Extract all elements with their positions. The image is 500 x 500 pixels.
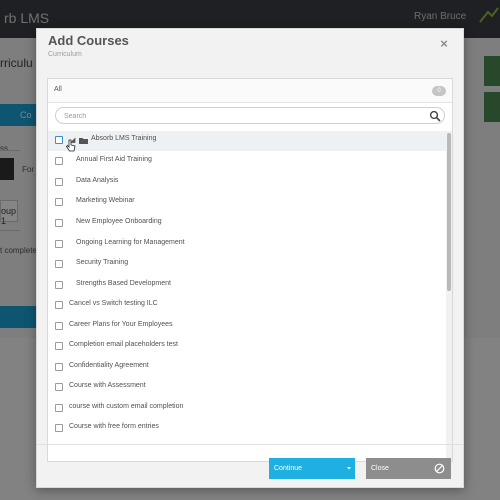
list-item[interactable]: Cancel vs Switch testing ILC: [48, 296, 446, 316]
selected-count-badge: 0: [432, 86, 446, 96]
list-item[interactable]: course with custom email completion: [48, 399, 446, 419]
checkbox[interactable]: [55, 260, 63, 268]
panel-header: All 0: [48, 79, 452, 103]
list-item-label: Cancel vs Switch testing ILC: [69, 300, 158, 307]
list-item[interactable]: Ongoing Learning for Management: [48, 235, 446, 255]
list-item[interactable]: Course with free form entries: [48, 419, 446, 439]
cursor-icon: [66, 139, 76, 152]
list-item-label: Confidentiality Agreement: [69, 362, 149, 369]
checkbox[interactable]: [55, 322, 63, 330]
close-button[interactable]: Close: [366, 458, 451, 479]
checkbox[interactable]: [55, 424, 63, 432]
checkbox[interactable]: [55, 404, 63, 412]
continue-button-label: Continue: [274, 465, 303, 472]
close-button-label: Close: [371, 465, 389, 472]
course-panel: All 0 ◢ Absorb LMS Training Annu: [47, 78, 453, 462]
list-item[interactable]: Security Training: [48, 255, 446, 275]
add-courses-modal: Add Courses Curriculum × All 0 ◢ Absorb …: [36, 28, 464, 488]
list-item[interactable]: Marketing Webinar: [48, 193, 446, 213]
modal-title: Add Courses: [48, 33, 129, 48]
list-item[interactable]: Career Plans for Your Employees: [48, 317, 446, 337]
checkbox[interactable]: [55, 301, 63, 309]
list-item-label: Marketing Webinar: [76, 197, 135, 204]
scrollbar-thumb[interactable]: [447, 133, 451, 291]
list-scrollbar[interactable]: [446, 131, 452, 461]
list-item-label: course with custom email completion: [69, 403, 184, 410]
checkbox[interactable]: [55, 136, 63, 144]
list-item[interactable]: ◢ Absorb LMS Training: [48, 131, 446, 152]
list-item-label: Annual First Aid Training: [76, 156, 152, 163]
folder-icon: [79, 138, 88, 144]
ban-icon: [434, 463, 445, 474]
list-item-label: New Employee Onboarding: [76, 218, 162, 225]
list-item-label: Data Analysis: [76, 177, 119, 184]
list-item[interactable]: Annual First Aid Training: [48, 152, 446, 172]
search-box: [55, 107, 445, 124]
checkbox[interactable]: [55, 157, 63, 165]
list-item-label: Course with free form entries: [69, 423, 159, 430]
modal-subtitle: Curriculum: [48, 51, 82, 58]
search-input[interactable]: [64, 110, 424, 122]
list-item-label: Absorb LMS Training: [91, 135, 157, 142]
checkbox[interactable]: [55, 198, 63, 206]
checkbox[interactable]: [55, 240, 63, 248]
panel-all-label: All: [54, 86, 62, 93]
checkbox[interactable]: [55, 219, 63, 227]
footer-divider: [37, 444, 463, 445]
list-item-label: Ongoing Learning for Management: [76, 239, 185, 246]
list-item[interactable]: Confidentiality Agreement: [48, 358, 446, 378]
list-item-label: Security Training: [76, 259, 129, 266]
list-item-label: Strengths Based Development: [76, 280, 171, 287]
dropdown-icon[interactable]: [347, 466, 351, 470]
course-list: ◢ Absorb LMS Training Annual First Aid T…: [48, 131, 452, 461]
list-item[interactable]: New Employee Onboarding: [48, 214, 446, 234]
continue-button[interactable]: Continue: [269, 458, 355, 479]
close-icon[interactable]: ×: [438, 37, 450, 50]
list-item-label: Course with Assessment: [69, 382, 146, 389]
checkbox[interactable]: [55, 342, 63, 350]
list-item-label: Completion email placeholders test: [69, 341, 178, 348]
search-icon[interactable]: [429, 110, 441, 122]
checkbox[interactable]: [55, 383, 63, 391]
list-item[interactable]: Strengths Based Development: [48, 276, 446, 296]
list-item-label: Career Plans for Your Employees: [69, 321, 173, 328]
checkbox[interactable]: [55, 363, 63, 371]
list-item[interactable]: Completion email placeholders test: [48, 337, 446, 357]
list-item[interactable]: Data Analysis: [48, 173, 446, 193]
list-item[interactable]: Course with Assessment: [48, 378, 446, 398]
checkbox[interactable]: [55, 281, 63, 289]
checkbox[interactable]: [55, 178, 63, 186]
